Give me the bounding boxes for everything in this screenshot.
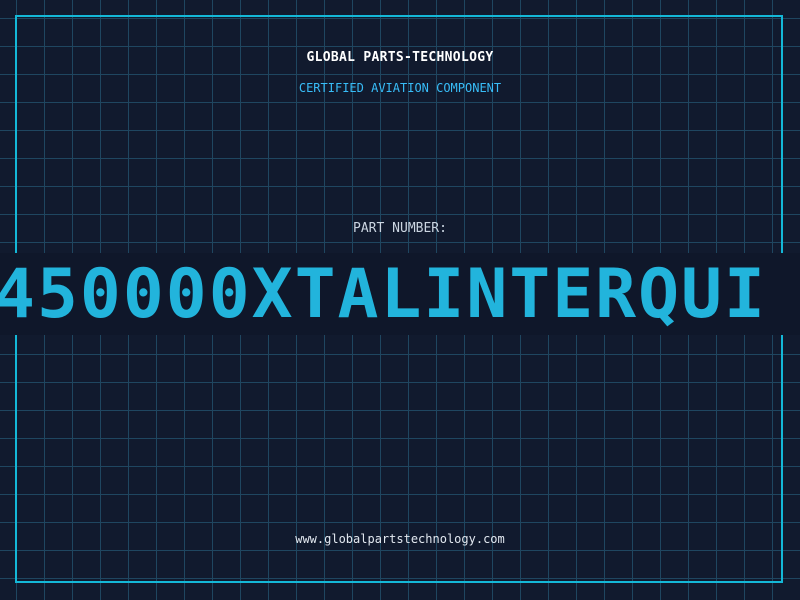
website-url: www.globalpartstechnology.com (295, 532, 505, 546)
brand-tagline: CERTIFIED AVIATION COMPONENT (298, 81, 502, 95)
part-number-value: 450000XTALINTERQUI (0, 255, 767, 334)
part-number-label: PART NUMBER: (353, 221, 447, 236)
brand-name: GLOBAL PARTS-TECHNOLOGY (306, 50, 494, 65)
part-number-band: 450000XTALINTERQUI (0, 253, 800, 335)
certificate-card: GLOBAL PARTS-TECHNOLOGY CERTIFIED AVIATI… (0, 0, 800, 600)
